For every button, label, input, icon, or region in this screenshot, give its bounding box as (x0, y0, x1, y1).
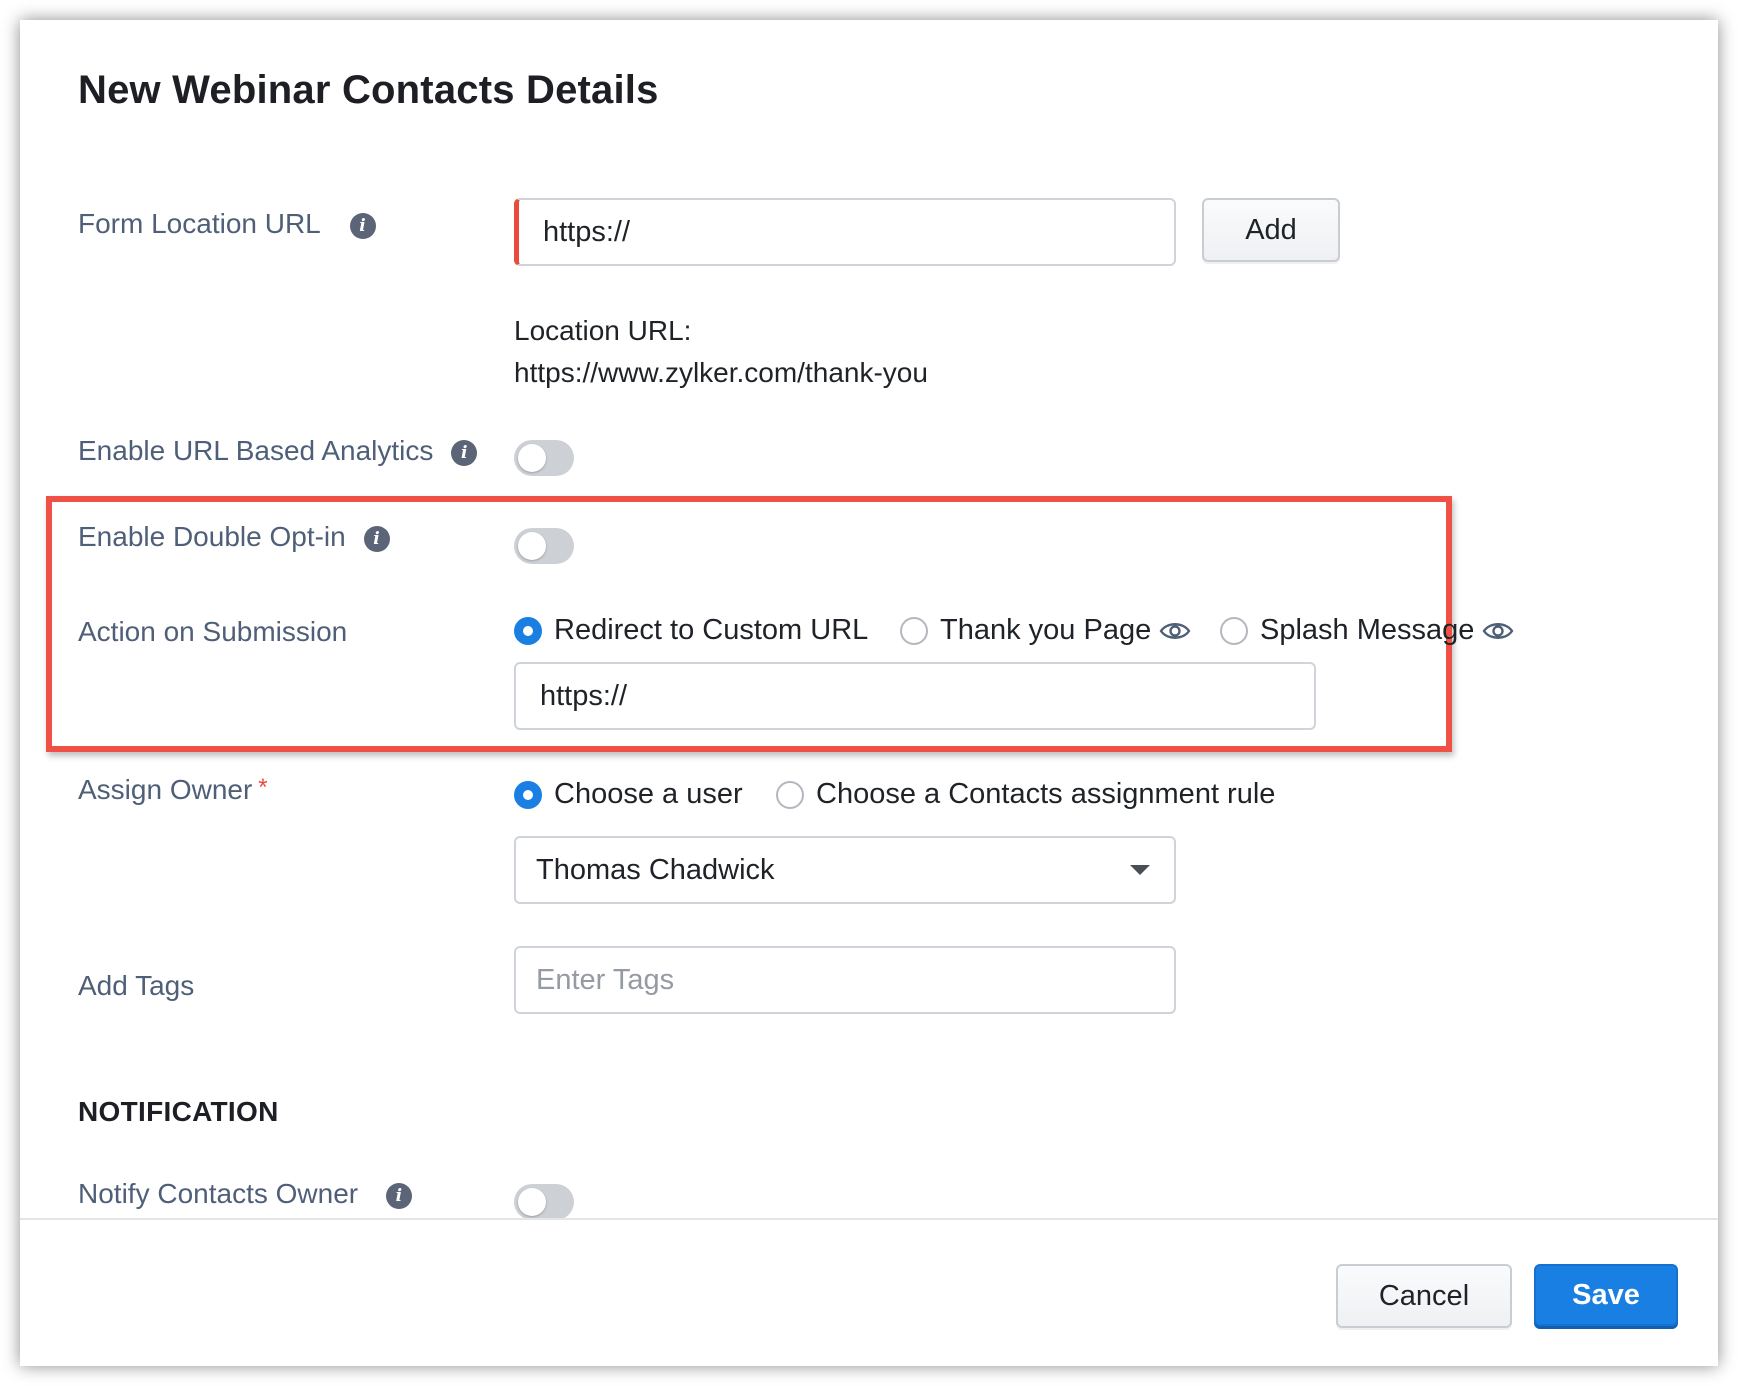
add-url-button[interactable]: Add (1202, 198, 1340, 262)
submission-option-splash[interactable]: Splash Message (1220, 614, 1514, 647)
required-asterisk: * (258, 774, 268, 801)
radio-button[interactable] (1220, 616, 1248, 645)
info-icon[interactable]: i (385, 1182, 412, 1209)
info-icon[interactable]: i (349, 212, 376, 239)
footer-divider (20, 1218, 1718, 1220)
info-icon[interactable]: i (363, 525, 390, 552)
info-icon[interactable]: i (451, 439, 478, 466)
radio-button[interactable] (900, 616, 928, 645)
double-opt-in-label: Enable Double Opt-in (78, 521, 346, 552)
owner-option-user[interactable]: Choose a user (514, 778, 743, 811)
toggle-knob (518, 444, 546, 472)
notify-owner-toggle[interactable] (514, 1184, 574, 1220)
radio-button[interactable] (776, 780, 804, 809)
cancel-button[interactable]: Cancel (1336, 1264, 1512, 1328)
eye-icon[interactable] (1159, 620, 1191, 642)
url-analytics-label-row: Enable URL Based Analytics i (78, 435, 478, 467)
double-opt-in-toggle[interactable] (514, 528, 574, 564)
chevron-down-icon (1130, 865, 1150, 875)
notification-heading: NOTIFICATION (78, 1096, 279, 1127)
radio-button[interactable] (514, 780, 542, 809)
owner-user-selected-value: Thomas Chadwick (536, 853, 775, 886)
save-button[interactable]: Save (1534, 1264, 1678, 1326)
radio-button[interactable] (514, 616, 542, 645)
add-tags-label: Add Tags (78, 970, 195, 1001)
dialog-title: New Webinar Contacts Details (78, 68, 659, 112)
form-location-url-value: https:// (543, 215, 631, 248)
url-analytics-toggle[interactable] (514, 440, 574, 476)
double-opt-in-label-row: Enable Double Opt-in i (78, 521, 390, 553)
url-analytics-label: Enable URL Based Analytics (78, 435, 434, 466)
location-url-info: Location URL: https://www.zylker.com/tha… (514, 310, 928, 394)
form-location-label: Form Location URL (78, 208, 320, 239)
location-url-label: Location URL: (514, 315, 692, 346)
tags-input[interactable]: Enter Tags (514, 946, 1176, 1014)
location-url-value: https://www.zylker.com/thank-you (514, 357, 928, 388)
submission-option-redirect[interactable]: Redirect to Custom URL (514, 614, 868, 647)
owner-option-assignment-rule[interactable]: Choose a Contacts assignment rule (776, 778, 1275, 811)
eye-icon[interactable] (1482, 620, 1514, 642)
owner-user-select[interactable]: Thomas Chadwick (514, 836, 1176, 904)
assign-owner-label: Assign Owner (78, 774, 253, 805)
tags-placeholder: Enter Tags (536, 963, 675, 996)
custom-redirect-url-input[interactable]: https:// (514, 662, 1316, 730)
form-location-label-row: Form Location URL i (78, 208, 376, 240)
custom-redirect-url-value: https:// (540, 679, 628, 712)
action-on-submission-label: Action on Submission (78, 616, 348, 647)
toggle-knob (518, 532, 546, 560)
notify-owner-label-row: Notify Contacts Owner i (78, 1178, 412, 1210)
form-location-url-input[interactable]: https:// (514, 198, 1176, 266)
webinar-contacts-dialog: New Webinar Contacts Details Form Locati… (20, 20, 1718, 1366)
toggle-knob (518, 1188, 546, 1216)
notify-owner-label: Notify Contacts Owner (78, 1178, 359, 1209)
submission-option-thank-you[interactable]: Thank you Page (900, 614, 1191, 647)
assign-owner-label-row: Assign Owner * (78, 774, 268, 806)
